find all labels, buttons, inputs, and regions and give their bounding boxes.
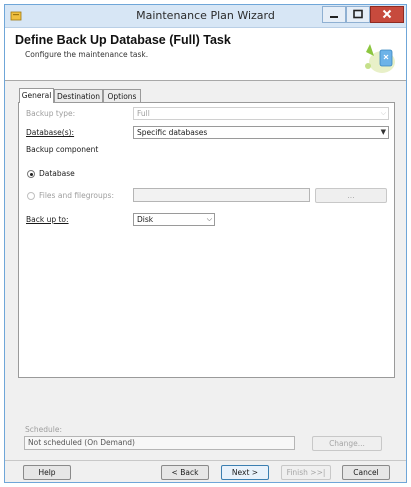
schedule-label: Schedule: [25,425,62,434]
finish-button[interactable]: Finish >>| [281,465,331,480]
tab-options[interactable]: Options [103,89,141,102]
backup-type-value: Full [137,109,150,118]
close-button[interactable] [370,6,404,23]
databases-value: Specific databases [137,128,208,137]
files-browse-button[interactable]: ... [315,188,387,203]
back-up-to-select[interactable]: Disk ⌵ [133,213,215,226]
general-tab-panel: Backup type: Full ⌵ Database(s): Specifi… [18,102,395,378]
back-button[interactable]: < Back [161,465,209,480]
page-title: Define Back Up Database (Full) Task [15,33,231,47]
files-filegroups-label: Files and filegroups: [39,191,114,200]
tab-general[interactable]: General [19,88,54,103]
tab-destination[interactable]: Destination [54,89,103,102]
dropdown-arrow-icon: ▼ [380,128,386,136]
database-radio-label: Database [39,169,75,178]
wizard-header: Define Back Up Database (Full) Task Conf… [5,28,406,81]
minimize-button[interactable] [322,6,346,23]
footer-divider [5,460,406,461]
schedule-field: Not scheduled (On Demand) [24,436,295,450]
back-up-to-label: Back up to: [26,215,69,224]
backup-component-label: Backup component [26,145,99,154]
back-up-to-value: Disk [137,215,154,224]
maximize-icon [353,9,363,19]
change-schedule-button[interactable]: Change... [312,436,382,451]
wizard-window: Maintenance Plan Wizard Define Back Up D… [4,4,407,483]
backup-type-select[interactable]: Full ⌵ [133,107,389,120]
close-icon [382,9,392,19]
page-subtitle: Configure the maintenance task. [25,50,149,59]
database-radio[interactable] [27,170,35,178]
maximize-button[interactable] [346,6,370,23]
databases-label: Database(s): [26,128,75,137]
help-button[interactable]: Help [23,465,71,480]
databases-select[interactable]: Specific databases ▼ [133,126,389,139]
next-button[interactable]: Next > [221,465,269,480]
wizard-graphic-icon [365,44,395,73]
backup-type-label: Backup type: [26,109,76,118]
chevron-down-icon: ⌵ [380,109,386,117]
minimize-icon [330,16,338,18]
chevron-down-icon: ⌵ [206,215,212,223]
files-filegroups-radio[interactable] [27,192,35,200]
title-bar[interactable]: Maintenance Plan Wizard [5,5,406,28]
files-filegroups-field[interactable] [133,188,310,202]
cancel-button[interactable]: Cancel [342,465,390,480]
